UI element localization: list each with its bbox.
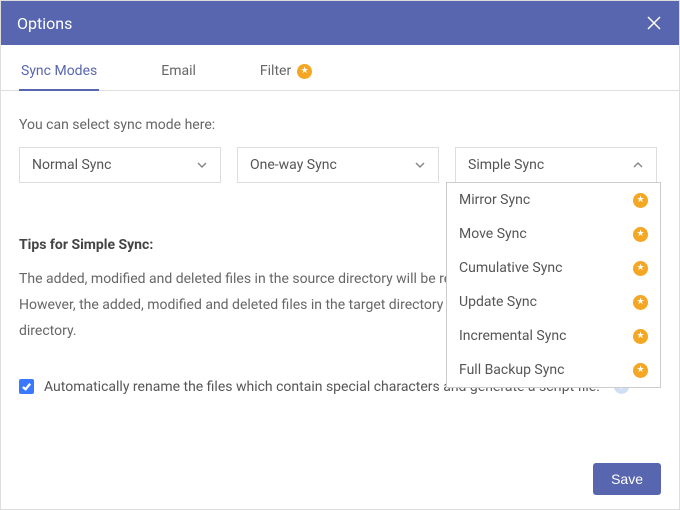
options-dialog: Options Sync Modes Email Filter You can … (0, 0, 680, 510)
select-one-way-sync[interactable]: One-way Sync (237, 147, 439, 183)
save-button[interactable]: Save (593, 463, 661, 495)
tab-label: Email (161, 63, 196, 79)
close-icon[interactable] (645, 14, 663, 32)
footer: Save (593, 463, 661, 495)
dropdown-item-cumulative-sync[interactable]: Cumulative Sync (447, 251, 660, 285)
auto-rename-checkbox[interactable] (19, 379, 34, 394)
dropdown-item-full-backup-sync[interactable]: Full Backup Sync (447, 353, 660, 387)
tips-line: The added, modified and deleted files in… (19, 271, 459, 287)
tab-bar: Sync Modes Email Filter (1, 45, 679, 91)
tips-line: directory. (19, 323, 77, 339)
star-icon (633, 261, 648, 276)
chevron-down-icon (196, 159, 208, 171)
select-row: Normal Sync One-way Sync Simple Sync (19, 147, 661, 183)
select-simple-sync[interactable]: Simple Sync (455, 147, 657, 183)
tab-label: Sync Modes (21, 63, 97, 79)
select-normal-sync[interactable]: Normal Sync (19, 147, 221, 183)
select-label: One-way Sync (250, 157, 337, 173)
dialog-title: Options (17, 14, 72, 33)
chevron-down-icon (414, 159, 426, 171)
hint-text: You can select sync mode here: (19, 117, 661, 133)
select-label: Simple Sync (468, 157, 544, 173)
content-pane: You can select sync mode here: Normal Sy… (1, 91, 679, 413)
star-icon (633, 295, 648, 310)
dropdown-item-label: Cumulative Sync (459, 260, 562, 276)
tips-line: However, the added, modified and deleted… (19, 297, 457, 313)
star-icon (297, 64, 312, 79)
tab-email[interactable]: Email (159, 57, 198, 91)
dropdown-item-mirror-sync[interactable]: Mirror Sync (447, 183, 660, 217)
tab-label: Filter (260, 63, 291, 79)
titlebar: Options (1, 1, 679, 45)
chevron-up-icon (632, 159, 644, 171)
tab-sync-modes[interactable]: Sync Modes (19, 57, 99, 91)
star-icon (633, 227, 648, 242)
dropdown-item-label: Update Sync (459, 294, 537, 310)
sync-mode-dropdown: Mirror Sync Move Sync Cumulative Sync Up… (446, 182, 661, 388)
select-label: Normal Sync (32, 157, 111, 173)
dropdown-item-update-sync[interactable]: Update Sync (447, 285, 660, 319)
dropdown-item-label: Mirror Sync (459, 192, 530, 208)
dropdown-item-incremental-sync[interactable]: Incremental Sync (447, 319, 660, 353)
dropdown-item-move-sync[interactable]: Move Sync (447, 217, 660, 251)
star-icon (633, 329, 648, 344)
star-icon (633, 193, 648, 208)
dropdown-item-label: Incremental Sync (459, 328, 566, 344)
dropdown-item-label: Full Backup Sync (459, 362, 564, 378)
tab-filter[interactable]: Filter (258, 57, 314, 91)
dropdown-item-label: Move Sync (459, 226, 527, 242)
star-icon (633, 363, 648, 378)
